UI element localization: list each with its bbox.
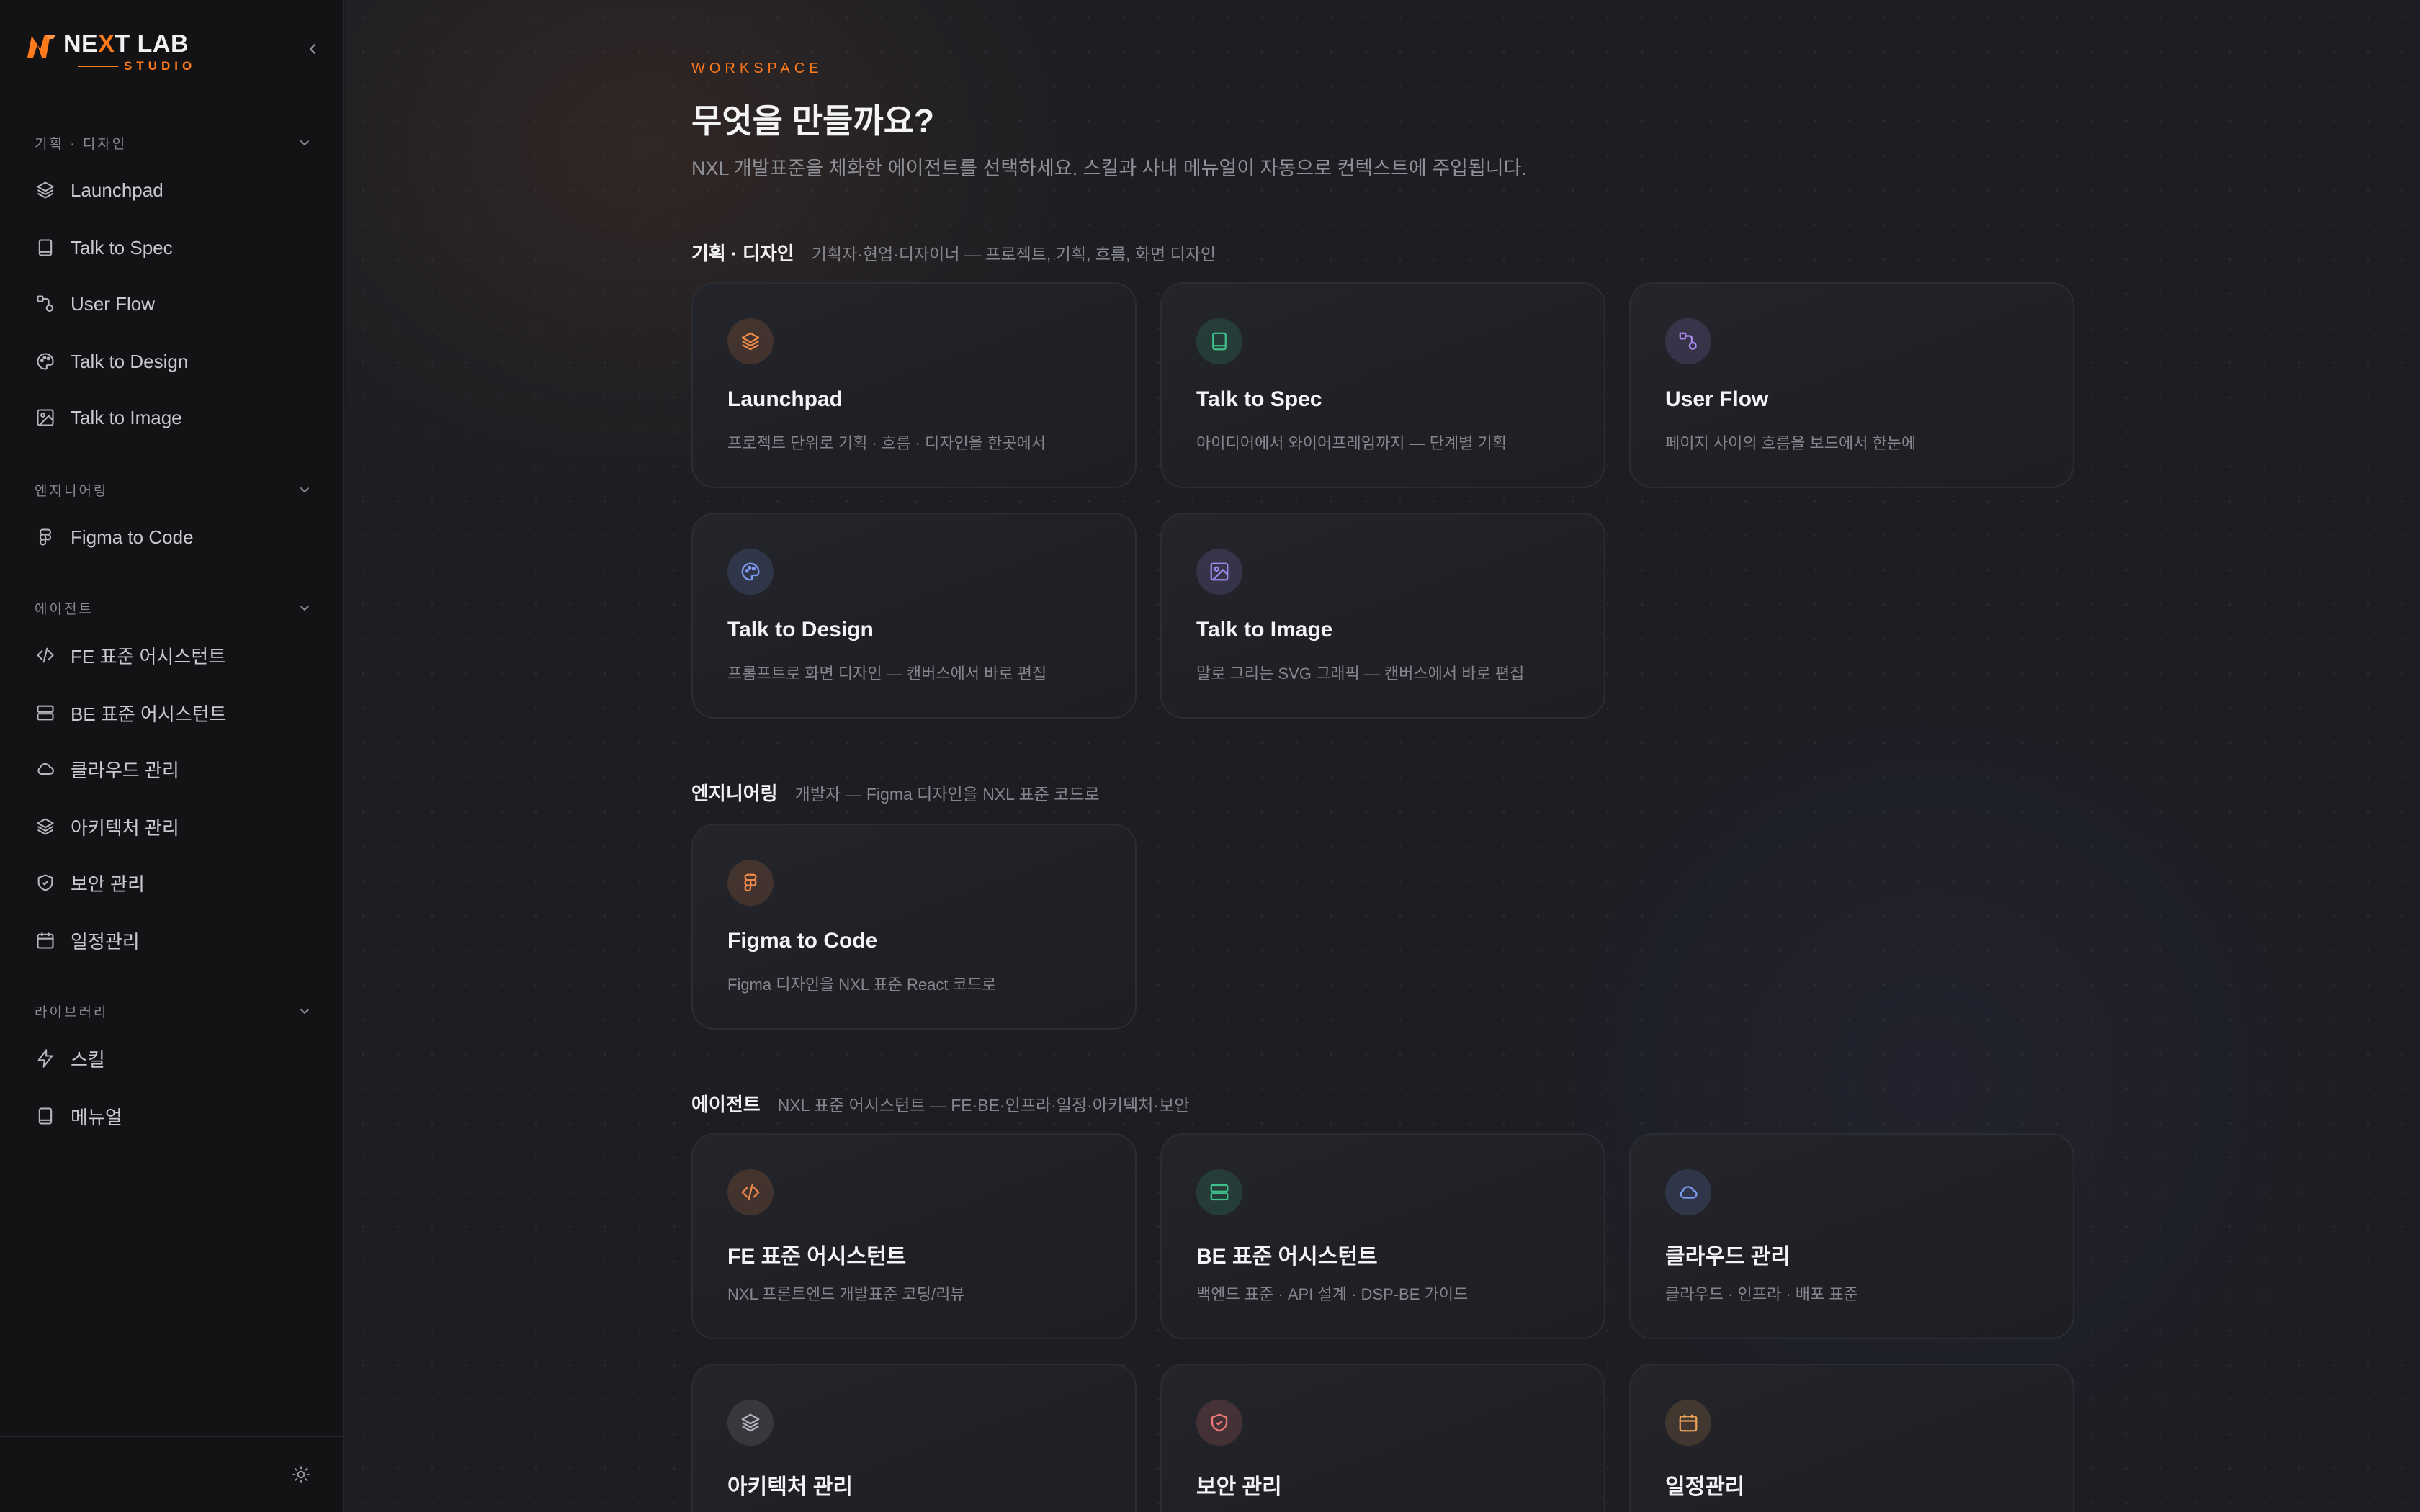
shield-icon [1196, 1400, 1242, 1446]
calendar-icon [35, 930, 56, 951]
group-header-planning: 기획 · 디자인 기획자·현업·디자이너 — 프로젝트, 기획, 흐름, 화면 … [691, 243, 1216, 264]
sidebar-item-talk-to-image[interactable]: Talk to Image [35, 397, 323, 438]
brand-sub: STUDIO [124, 59, 197, 73]
sun-icon [292, 1466, 310, 1483]
layers-icon [727, 1400, 774, 1446]
chevron-down-icon [300, 140, 309, 146]
server-icon [35, 702, 56, 724]
card-schedule[interactable]: 일정관리 [1629, 1364, 2074, 1512]
card-figma-to-code[interactable]: Figma to Code Figma 디자인을 NXL 표준 React 코드… [691, 824, 1137, 1030]
brand-logo[interactable]: NEXT LAB STUDIO [24, 30, 196, 73]
sidebar-item-cloud[interactable]: 클라우드 관리 [35, 749, 323, 789]
sidebar-item-security[interactable]: 보안 관리 [35, 863, 323, 903]
card-fe-assistant[interactable]: FE 표준 어시스턴트 NXL 프론트엔드 개발표준 코딩/리뷰 [691, 1133, 1137, 1339]
sidebar-item-schedule[interactable]: 일정관리 [35, 920, 323, 960]
nav-section-planning[interactable]: 기획 · 디자인 [35, 130, 311, 156]
nav-section-agents[interactable]: 에이전트 [35, 595, 311, 621]
chevron-down-icon [300, 487, 309, 493]
figma-icon [35, 526, 56, 548]
sidebar-item-be-assistant[interactable]: BE 표준 어시스턴트 [35, 693, 323, 733]
figma-icon [727, 860, 774, 906]
card-talk-to-design[interactable]: Talk to Design 프롬프트로 화면 디자인 — 캔버스에서 바로 편… [691, 513, 1137, 719]
page-subtitle: NXL 개발표준을 체화한 에이전트를 선택하세요. 스킬과 사내 메뉴얼이 자… [691, 158, 1527, 179]
card-launchpad[interactable]: Launchpad 프로젝트 단위로 기획 · 흐름 · 디자인을 한곳에서 [691, 282, 1137, 488]
palette-icon [35, 351, 56, 372]
page-eyebrow: WORKSPACE [691, 60, 823, 76]
logo-mark-icon [27, 35, 56, 58]
image-icon [1196, 549, 1242, 595]
card-talk-to-spec[interactable]: Talk to Spec 아이디어에서 와이어프레임까지 — 단계별 기획 [1160, 282, 1605, 488]
server-icon [1196, 1169, 1242, 1215]
bolt-icon [35, 1048, 56, 1069]
palette-icon [727, 549, 774, 595]
sidebar-item-manual[interactable]: 메뉴얼 [35, 1096, 323, 1136]
book-icon [1196, 318, 1242, 364]
cloud-icon [1665, 1169, 1711, 1215]
sidebar-item-figma-to-code[interactable]: Figma to Code [35, 517, 323, 557]
code-icon [727, 1169, 774, 1215]
card-user-flow[interactable]: User Flow 페이지 사이의 흐름을 보드에서 한눈에 [1629, 282, 2074, 488]
layers-icon [35, 816, 56, 837]
group-header-agents: 에이전트 NXL 표준 어시스턴트 — FE·BE·인프라·일정·아키텍처·보안 [691, 1094, 1190, 1115]
brand-name: NEXT LAB [63, 30, 189, 58]
chevron-down-icon [300, 606, 309, 611]
flow-icon [1665, 318, 1711, 364]
collapse-sidebar-button[interactable] [301, 37, 324, 60]
book-icon [35, 1105, 56, 1127]
sidebar-item-launchpad[interactable]: Launchpad [35, 170, 323, 210]
sidebar-item-user-flow[interactable]: User Flow [35, 284, 323, 324]
sidebar-item-architecture[interactable]: 아키텍처 관리 [35, 806, 323, 847]
flow-icon [35, 293, 56, 315]
nav-section-library[interactable]: 라이브러리 [35, 998, 311, 1024]
card-talk-to-image[interactable]: Talk to Image 말로 그리는 SVG 그래픽 — 캔버스에서 바로 … [1160, 513, 1605, 719]
calendar-icon [1665, 1400, 1711, 1446]
sidebar-item-talk-to-spec[interactable]: Talk to Spec [35, 228, 323, 268]
chevron-left-icon [309, 43, 316, 55]
card-architecture[interactable]: 아키텍처 관리 [691, 1364, 1137, 1512]
cloud-icon [35, 758, 56, 780]
code-icon [35, 644, 56, 666]
card-security[interactable]: 보안 관리 [1160, 1364, 1605, 1512]
sidebar-divider [0, 1436, 343, 1437]
image-icon [35, 407, 56, 428]
card-be-assistant[interactable]: BE 표준 어시스턴트 백엔드 표준 · API 설계 · DSP-BE 가이드 [1160, 1133, 1605, 1339]
book-icon [35, 237, 56, 258]
layers-icon [727, 318, 774, 364]
nav-section-engineering[interactable]: 엔지니어링 [35, 477, 311, 503]
sidebar-item-skills[interactable]: 스킬 [35, 1038, 323, 1079]
layers-icon [35, 179, 56, 201]
page-title: 무엇을 만들까요? [691, 102, 935, 140]
chevron-down-icon [300, 1009, 309, 1014]
card-cloud[interactable]: 클라우드 관리 클라우드 · 인프라 · 배포 표준 [1629, 1133, 2074, 1339]
group-header-engineering: 엔지니어링 개발자 — Figma 디자인을 NXL 표준 코드로 [691, 783, 1100, 804]
theme-toggle-button[interactable] [288, 1462, 314, 1488]
sidebar-item-fe-assistant[interactable]: FE 표준 어시스턴트 [35, 635, 323, 675]
sidebar-item-talk-to-design[interactable]: Talk to Design [35, 341, 323, 382]
sidebar: NEXT LAB STUDIO 기획 · 디자인 Launchpad Talk … [0, 0, 344, 1512]
shield-icon [35, 872, 56, 894]
